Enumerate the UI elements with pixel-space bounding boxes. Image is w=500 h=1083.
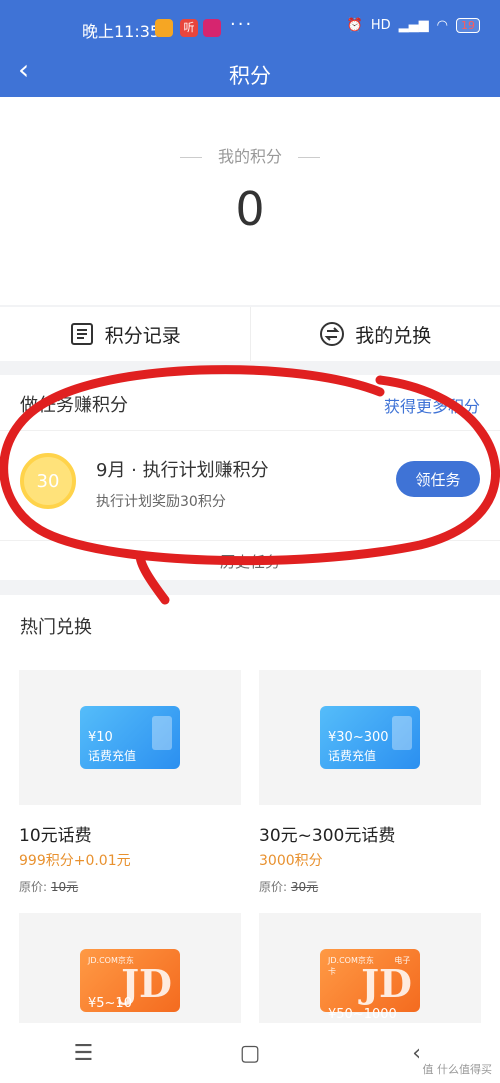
home-icon[interactable]: ▢ xyxy=(230,1033,270,1073)
page-title: 积分 xyxy=(229,64,271,88)
product-price: 999积分+0.01元 xyxy=(19,853,131,869)
signal-icon: ▂▄▆ xyxy=(398,18,429,33)
points-card: 我的积分 0 xyxy=(0,97,500,305)
product-card[interactable]: ¥10 话费充值 10元话费 999积分+0.01元 原价: 10元 xyxy=(19,670,241,900)
tab-points-record-label: 积分记录 xyxy=(104,324,181,347)
jd-card: JD.COM京东 JD ¥5~10 xyxy=(80,949,180,1012)
jd-logo: JD xyxy=(121,961,172,1006)
wifi-icon: ◠ xyxy=(436,18,448,33)
points-label: 我的积分 xyxy=(0,143,500,167)
product-orig: 原价: 10元 xyxy=(19,878,78,895)
tab-my-exchange-label: 我的兑换 xyxy=(355,324,432,347)
menu-icon[interactable]: ☰ xyxy=(63,1033,103,1073)
battery-icon: 19 xyxy=(456,18,480,33)
app-icon-orange xyxy=(155,19,173,37)
watermark: 值 什么值得买 xyxy=(422,1063,493,1076)
task-desc: 执行计划奖励30积分 xyxy=(96,494,226,510)
card-value: ¥50~1000 xyxy=(328,1007,397,1022)
more-points-link[interactable]: 获得更多积分 xyxy=(384,393,480,417)
points-tabs: 积分记录 我的兑换 xyxy=(0,307,500,361)
orig-price: 10元 xyxy=(50,880,79,894)
jd-card: JD.COM京东 电子卡 JD ¥50~1000 xyxy=(320,949,420,1022)
jd-logo: JD xyxy=(361,961,412,1006)
points-value: 0 xyxy=(235,182,265,236)
app-icon-red: 听 xyxy=(180,19,198,37)
app-header: 晚上11:35 听 ··· ⏰ HD ▂▄▆ ◠ 19 ‹ 积分 xyxy=(0,0,500,97)
status-bar: 晚上11:35 听 ··· ⏰ HD ▂▄▆ ◠ 19 xyxy=(0,10,500,46)
product-thumb: ¥30~300 话费充值 xyxy=(259,670,481,805)
orig-label: 原价: xyxy=(19,880,48,894)
product-name: 10元话费 xyxy=(19,826,92,846)
product-thumb: ¥10 话费充值 xyxy=(19,670,241,805)
battery-level: 19 xyxy=(461,19,475,32)
exchange-icon xyxy=(320,322,345,346)
hot-title: 热门兑换 xyxy=(20,617,92,638)
orig-label: 原价: xyxy=(259,880,288,894)
tasks-title: 做任务赚积分 xyxy=(20,395,128,416)
phone-recharge-card: ¥30~300 话费充值 xyxy=(320,706,420,769)
product-card[interactable]: JD.COM京东 JD ¥5~10 xyxy=(19,913,241,1033)
coin-icon: 30 xyxy=(20,453,76,509)
phone-icon xyxy=(152,716,172,750)
list-icon xyxy=(70,323,93,345)
hot-exchange-section: 热门兑换 ¥10 话费充值 10元话费 999积分+0.01元 原价: 10元 … xyxy=(0,595,500,1083)
status-right: ⏰ HD ▂▄▆ ◠ 19 xyxy=(347,18,480,33)
phone-recharge-card: ¥10 话费充值 xyxy=(80,706,180,769)
product-name: 30元~300元话费 xyxy=(259,826,396,846)
status-time: 晚上11:35 xyxy=(82,22,161,41)
app-icon-pink xyxy=(203,19,221,37)
product-thumb: JD.COM京东 JD ¥5~10 xyxy=(19,913,241,1023)
history-tasks-link[interactable]: 历史任务 xyxy=(0,540,500,580)
phone-icon xyxy=(392,716,412,750)
alarm-icon: ⏰ xyxy=(346,18,363,33)
signal-label: HD xyxy=(370,18,391,33)
product-thumb: JD.COM京东 电子卡 JD ¥50~1000 xyxy=(259,913,481,1023)
task-title: 9月 · 执行计划赚积分 xyxy=(96,460,269,481)
nav-bar: ‹ 积分 xyxy=(0,52,500,92)
more-dots-icon: ··· xyxy=(230,14,254,35)
product-orig: 原价: 30元 xyxy=(259,878,318,895)
tasks-section: 做任务赚积分 获得更多积分 30 9月 · 执行计划赚积分 执行计划奖励30积分… xyxy=(0,375,500,580)
tab-points-record[interactable]: 积分记录 xyxy=(0,307,250,361)
task-item: 30 9月 · 执行计划赚积分 执行计划奖励30积分 领任务 xyxy=(0,430,500,525)
claim-task-button[interactable]: 领任务 xyxy=(396,461,480,497)
tab-my-exchange[interactable]: 我的兑换 xyxy=(249,307,500,361)
product-card[interactable]: ¥30~300 话费充值 30元~300元话费 3000积分 原价: 30元 xyxy=(259,670,481,900)
product-card[interactable]: JD.COM京东 电子卡 JD ¥50~1000 xyxy=(259,913,481,1033)
orig-price: 30元 xyxy=(290,880,319,894)
product-price: 3000积分 xyxy=(259,853,323,869)
